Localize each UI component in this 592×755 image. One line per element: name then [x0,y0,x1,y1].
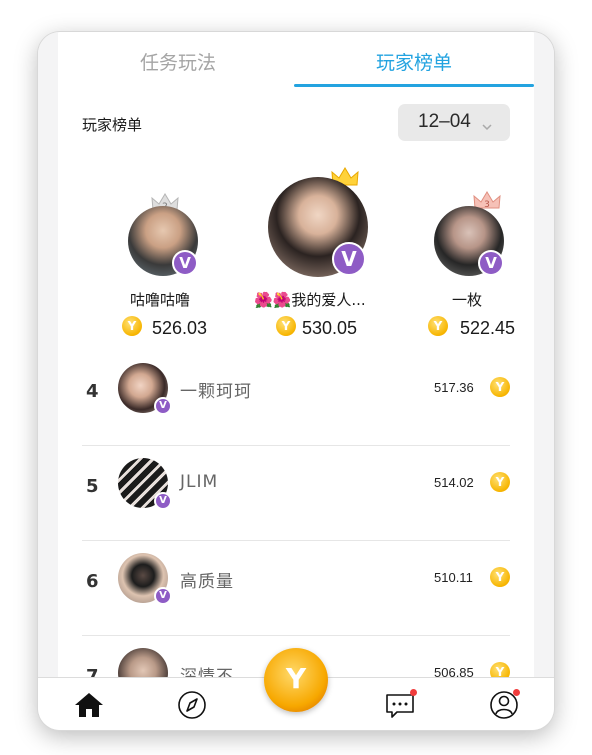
podium-third-name: 一枚 [452,291,483,309]
podium-second-name: 咕噜咕噜 [130,291,191,309]
bottom-nav: Y [38,648,554,730]
coin-icon: Y [490,567,510,587]
vip-badge-icon: V [154,587,172,605]
content: 任务玩法 玩家榜单 玩家榜单 12–04 2 V 咕噜咕噜 Y 526.03 [58,32,534,730]
vip-badge-icon: V [332,242,366,276]
coin-center-icon: Y [285,662,307,695]
coin-icon: Y [490,472,510,492]
coin-icon: Y [276,316,296,336]
date-select[interactable]: 12–04 [398,104,510,141]
tab-indicator [294,84,534,87]
player-name: 一颗珂珂 [180,382,252,402]
player-score: 514.02 [434,475,474,490]
right-gutter [534,32,554,690]
list-item[interactable]: 6 V 高质量 510.11 Y [58,541,534,636]
crown-bronze-number: 3 [484,200,490,210]
section-title: 玩家榜单 [82,116,143,134]
date-value: 12–04 [418,111,471,132]
vip-badge-icon: V [154,492,172,510]
coin-icon: Y [490,377,510,397]
coin-center-button[interactable]: Y [264,648,328,712]
coin-icon: Y [428,316,448,336]
podium-third-score: 522.45 [460,318,516,338]
left-gutter [38,32,58,690]
rank-number: 6 [86,571,99,592]
nav-home[interactable] [72,688,106,722]
phone-frame: 任务玩法 玩家榜单 玩家榜单 12–04 2 V 咕噜咕噜 Y 526.03 [38,32,554,730]
notification-dot [513,689,520,696]
podium-first-score: 530.05 [302,318,358,338]
nav-discover[interactable] [175,688,209,722]
vip-badge-icon: V [154,397,172,415]
list-item[interactable]: 4 V 一颗珂珂 517.36 Y [58,351,534,446]
podium-first-name: 🌺🌺我的爱人... [254,291,366,309]
nav-messages[interactable] [383,688,417,722]
compass-icon [178,691,206,719]
coin-icon: Y [122,316,142,336]
player-name: 高质量 [180,572,234,592]
nav-profile[interactable] [487,688,521,722]
rank-number: 4 [86,381,99,402]
list-item[interactable]: 5 V JLIM 514.02 Y [58,446,534,541]
vip-badge-icon: V [478,250,504,276]
player-name: JLIM [180,472,219,492]
home-icon [75,693,103,717]
player-score: 510.11 [434,570,473,585]
chevron-down-icon [482,116,492,135]
rank-number: 5 [86,476,99,497]
tab-leaderboard[interactable]: 玩家榜单 [324,48,504,75]
player-score: 517.36 [434,380,474,395]
tab-bar: 任务玩法 玩家榜单 [58,32,534,90]
vip-badge-icon: V [172,250,198,276]
podium-second-score: 526.03 [152,318,208,338]
notification-dot [410,689,417,696]
tab-tasks[interactable]: 任务玩法 [88,48,268,75]
